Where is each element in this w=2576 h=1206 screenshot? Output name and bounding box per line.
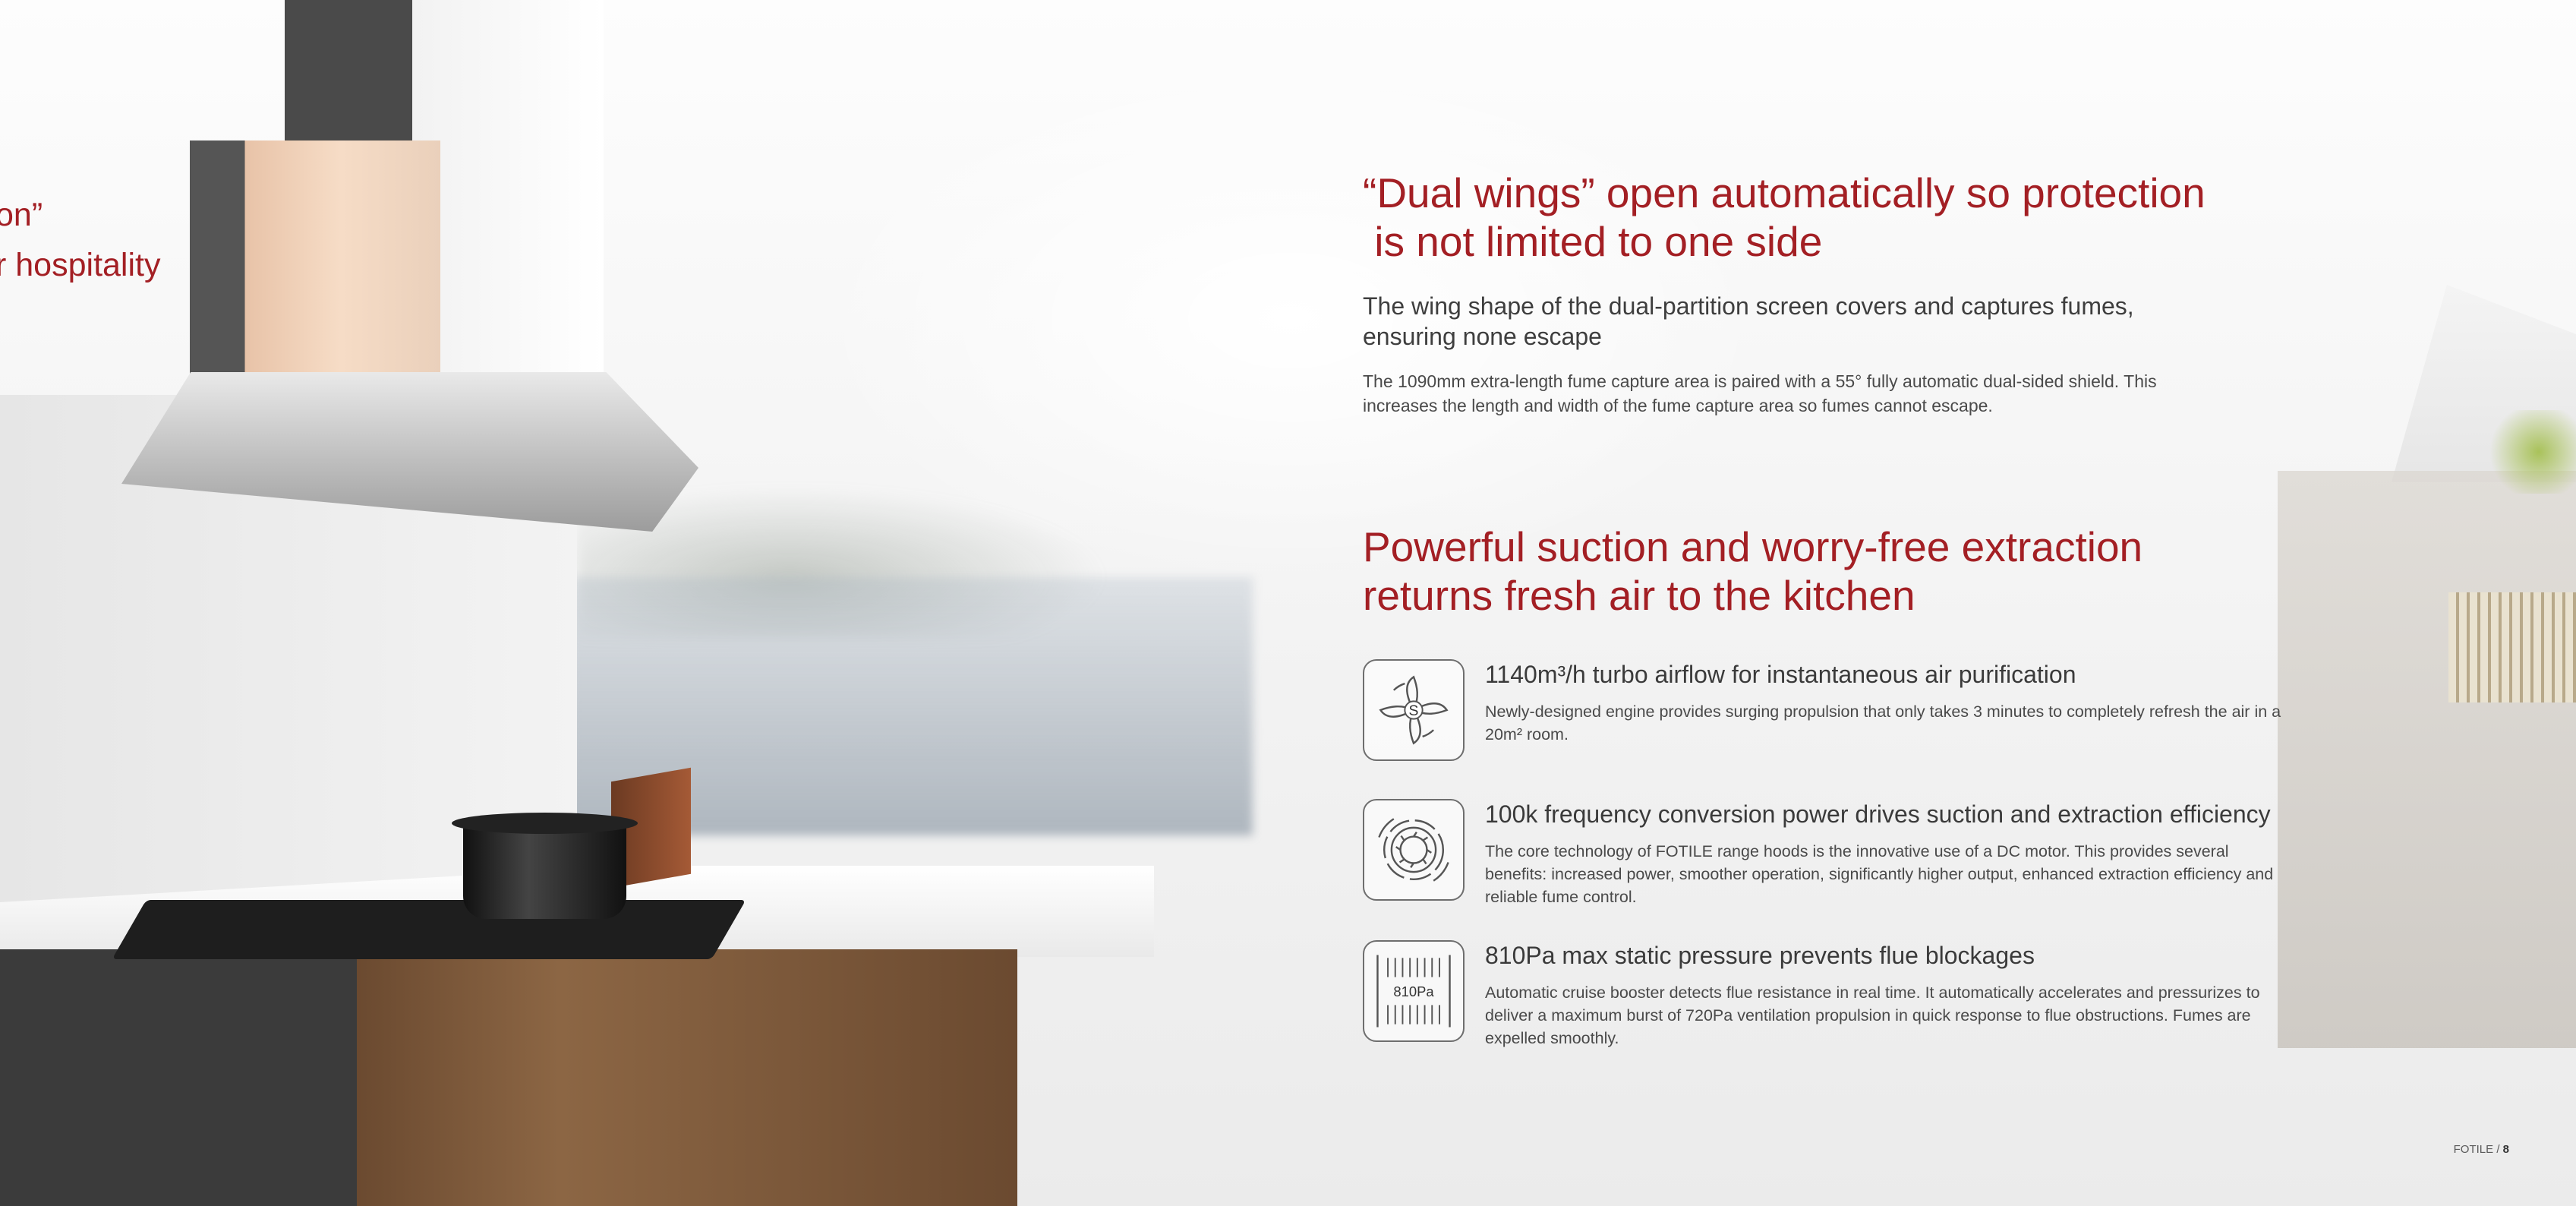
- feature-title: 100k frequency conversion power drives s…: [1485, 800, 2271, 828]
- feature-title: 810Pa max static pressure prevents flue …: [1485, 942, 2035, 969]
- dc-motor-icon: [1363, 799, 1465, 901]
- feature-description: Newly-designed engine provides surging p…: [1485, 702, 2281, 743]
- feature-description: Automatic cruise booster detects flue re…: [1485, 983, 2260, 1047]
- cooking-pot: [463, 820, 626, 919]
- tree-scenery: [2483, 410, 2576, 494]
- left-heading-line1: on”: [0, 197, 43, 233]
- house-slats: [2448, 592, 2576, 702]
- static-pressure-icon-label: 810Pa: [1393, 983, 1434, 999]
- feature-title: 1140m³/h turbo airflow for instantaneous…: [1485, 661, 2076, 688]
- left-heading-line2: r hospitality: [0, 247, 161, 283]
- section2-title: Powerful suction and worry-free extracti…: [1363, 522, 2297, 620]
- cooktop: [112, 900, 746, 959]
- section1-body: The 1090mm extra-length fume capture are…: [1363, 371, 2157, 415]
- house-scenery: [2278, 471, 2576, 1048]
- section2-title-line2: returns fresh air to the kitchen: [1363, 572, 1915, 619]
- section2-title-line1: Powerful suction and worry-free extracti…: [1363, 523, 2143, 570]
- feature-description: The core technology of FOTILE range hood…: [1485, 842, 2274, 906]
- section1-title-line2: is not limited to one side: [1363, 218, 1823, 265]
- static-pressure-icon: 810Pa: [1363, 940, 1465, 1042]
- cooking-pot-lid: [452, 813, 638, 834]
- section1-subtitle: The wing shape of the dual-partition scr…: [1363, 292, 2134, 350]
- turbo-fan-icon: S: [1363, 659, 1465, 761]
- turbo-fan-icon-label: S: [1409, 702, 1419, 719]
- section1-title: “Dual wings” open automatically so prote…: [1363, 169, 2297, 266]
- kitchen-counter-front: [0, 949, 1017, 1206]
- page-number: 8: [2502, 1143, 2509, 1156]
- section1-title-line1: “Dual wings” open automatically so prote…: [1363, 169, 2206, 216]
- footer-brand: FOTILE /: [2453, 1143, 2500, 1156]
- left-page-heading: on” r hospitality: [0, 190, 160, 290]
- page-footer: FOTILE / 8: [2454, 1143, 2509, 1156]
